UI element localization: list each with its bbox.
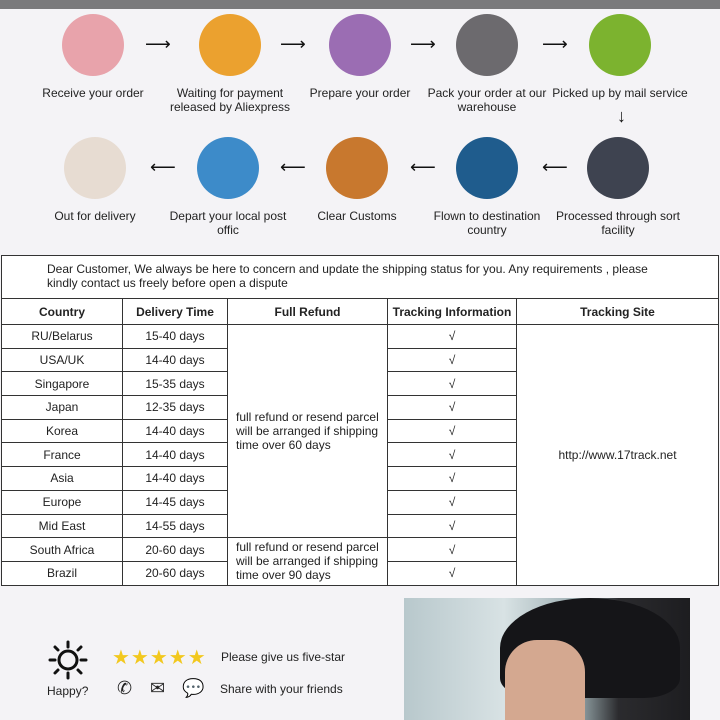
country-cell: Singapore bbox=[1, 371, 123, 397]
country-cell: RU/Belarus bbox=[1, 324, 123, 349]
step-parcel: Out for delivery bbox=[25, 137, 165, 223]
phone-icon: ✆ bbox=[117, 678, 133, 698]
delivery-time-cell: 15-35 days bbox=[122, 371, 228, 397]
tracking-check-cell: √ bbox=[387, 489, 517, 515]
delivery-time-cell: 20-60 days bbox=[122, 537, 228, 562]
parcel-icon bbox=[64, 137, 126, 199]
truck-icon bbox=[589, 14, 651, 76]
delivery-time-cell: 14-40 days bbox=[122, 466, 228, 491]
step-van: Depart your local post offic bbox=[158, 137, 298, 237]
delivery-time-cell: 14-40 days bbox=[122, 347, 228, 373]
delivery-time-cell: 15-40 days bbox=[122, 324, 228, 349]
header-country: Country bbox=[1, 298, 123, 325]
delivery-time-cell: 14-55 days bbox=[122, 513, 228, 539]
arrow-left-icon: ⟵ bbox=[410, 157, 436, 177]
package-worker-icon bbox=[456, 14, 518, 76]
step-label: Out for delivery bbox=[54, 209, 136, 223]
arrow-right-icon: ⟶ bbox=[145, 34, 171, 54]
country-cell: Brazil bbox=[1, 560, 123, 586]
header-tracking-site: Tracking Site bbox=[516, 298, 719, 325]
header-tracking-info: Tracking Information bbox=[387, 298, 517, 325]
tracking-check-cell: √ bbox=[387, 371, 517, 397]
country-cell: Europe bbox=[1, 489, 123, 515]
step-label: Waiting for payment released by Aliexpre… bbox=[169, 86, 291, 114]
step-label: Processed through sort facility bbox=[555, 209, 681, 237]
delivery-time-cell: 14-40 days bbox=[122, 442, 228, 468]
printer-icon bbox=[329, 14, 391, 76]
tracking-check-cell: √ bbox=[387, 324, 517, 349]
customer-notice: Dear Customer, We always be here to conc… bbox=[1, 255, 719, 298]
envelope-icon: ✉ bbox=[150, 678, 166, 698]
arrow-left-icon: ⟵ bbox=[150, 157, 176, 177]
tracking-check-cell: √ bbox=[387, 537, 517, 562]
header-full-refund: Full Refund bbox=[227, 298, 388, 325]
step-label: Flown to destination country bbox=[433, 209, 541, 237]
country-cell: USA/UK bbox=[1, 347, 123, 373]
arrow-left-icon: ⟵ bbox=[280, 157, 306, 177]
tracking-check-cell: √ bbox=[387, 466, 517, 491]
happy-label: Happy? bbox=[47, 684, 89, 698]
country-cell: Mid East bbox=[1, 513, 123, 539]
airplane-icon bbox=[456, 137, 518, 199]
globe-sorting-icon bbox=[587, 137, 649, 199]
step-person-at-laptop: Receive your order bbox=[23, 14, 163, 100]
arrow-left-icon: ⟵ bbox=[542, 157, 568, 177]
person-at-laptop-icon bbox=[62, 14, 124, 76]
van-icon bbox=[197, 137, 259, 199]
customs-officer-icon bbox=[326, 137, 388, 199]
refund-60-cell: full refund or resend parcel will be arr… bbox=[227, 323, 388, 539]
step-label: Pack your order at our warehouse bbox=[427, 86, 547, 114]
table-row: RU/Belarus 15-40 days full refund or resen… bbox=[1, 323, 719, 586]
arrow-right-icon: ⟶ bbox=[280, 34, 306, 54]
tracking-check-cell: √ bbox=[387, 513, 517, 539]
shipping-table: Country Delivery Time Full Refund Tracki… bbox=[1, 298, 719, 586]
country-cell: France bbox=[1, 442, 123, 468]
step-label: Prepare your order bbox=[309, 86, 411, 100]
country-cell: South Africa bbox=[1, 537, 123, 562]
chat-icon: 💬 bbox=[182, 678, 205, 698]
photo-face bbox=[505, 640, 585, 720]
tracking-check-cell: √ bbox=[387, 395, 517, 420]
tracking-site-link[interactable]: http://www.17track.net bbox=[516, 324, 719, 586]
delivery-time-cell: 20-60 days bbox=[122, 560, 228, 586]
arrow-down-icon: ↓ bbox=[617, 106, 626, 126]
step-label: Picked up by mail service bbox=[552, 86, 688, 100]
money-bag-icon bbox=[199, 14, 261, 76]
step-label: Clear Customs bbox=[317, 209, 397, 223]
step-printer: Prepare your order bbox=[290, 14, 430, 100]
delivery-time-cell: 12-35 days bbox=[122, 395, 228, 420]
sun-icon bbox=[48, 640, 88, 685]
tracking-check-cell: √ bbox=[387, 560, 517, 586]
step-customs-officer: Clear Customs bbox=[287, 137, 427, 223]
tracking-check-cell: √ bbox=[387, 442, 517, 468]
step-money-bag: Waiting for payment released by Aliexpre… bbox=[160, 14, 300, 114]
country-cell: Asia bbox=[1, 466, 123, 491]
title-banner bbox=[0, 0, 720, 9]
step-label: Receive your order bbox=[42, 86, 144, 100]
arrow-right-icon: ⟶ bbox=[542, 34, 568, 54]
five-star-icons: ★★★★★ bbox=[112, 647, 207, 669]
five-star-text: Please give us five-star bbox=[221, 650, 346, 664]
delivery-time-cell: 14-40 days bbox=[122, 418, 228, 444]
share-text: Share with your friends bbox=[220, 682, 343, 696]
refund-90-cell: full refund or resend parcel will be arr… bbox=[227, 537, 388, 586]
tracking-check-cell: √ bbox=[387, 347, 517, 373]
tracking-check-cell: √ bbox=[387, 418, 517, 444]
step-label: Depart your local post offic bbox=[169, 209, 287, 237]
step-truck: Picked up by mail service bbox=[550, 14, 690, 100]
step-airplane: Flown to destination country bbox=[417, 137, 557, 237]
step-globe-sorting: Processed through sort facility bbox=[548, 137, 688, 237]
step-package-worker: Pack your order at our warehouse bbox=[417, 14, 557, 114]
delivery-time-cell: 14-45 days bbox=[122, 489, 228, 515]
arrow-right-icon: ⟶ bbox=[410, 34, 436, 54]
header-delivery-time: Delivery Time bbox=[122, 298, 228, 325]
country-cell: Japan bbox=[1, 395, 123, 420]
country-cell: Korea bbox=[1, 418, 123, 444]
